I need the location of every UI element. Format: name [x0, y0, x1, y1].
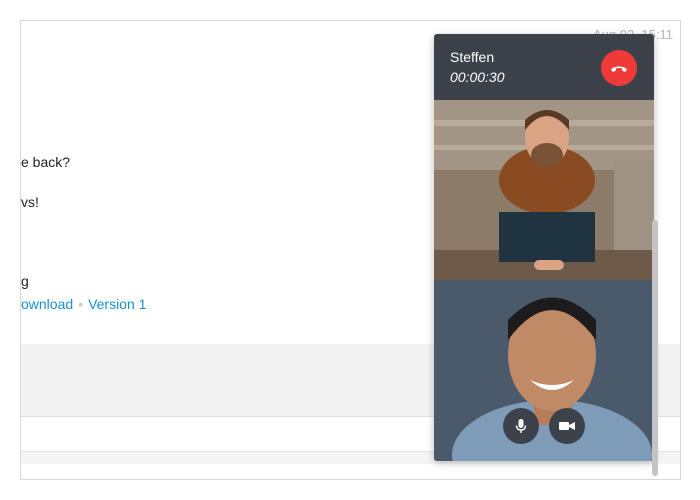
video-camera-icon [559, 422, 575, 430]
message-line: vs! [21, 194, 39, 210]
phone-hangup-icon [611, 66, 627, 72]
participant-video-1 [434, 100, 654, 280]
toggle-camera-button[interactable] [549, 408, 585, 444]
participant-video-2 [434, 280, 654, 461]
mute-microphone-button[interactable] [503, 408, 539, 444]
call-header: Steffen 00:00:30 [434, 34, 654, 100]
scrollbar[interactable] [652, 220, 658, 476]
self-video-feed [434, 280, 654, 461]
version-link[interactable]: Version 1 [88, 296, 146, 312]
download-link[interactable]: ownload [21, 296, 73, 312]
attachment-name: g [21, 273, 29, 289]
remote-video-feed [434, 100, 654, 280]
hangup-button[interactable] [601, 50, 637, 86]
attachment-links: ownload • Version 1 [21, 296, 146, 312]
call-timer: 00:00:30 [450, 69, 505, 85]
video-call-panel: Steffen 00:00:30 [434, 34, 654, 461]
message-line: e back? [21, 154, 71, 170]
link-separator: • [78, 296, 84, 312]
caller-name: Steffen [450, 49, 495, 65]
microphone-icon [515, 419, 527, 433]
